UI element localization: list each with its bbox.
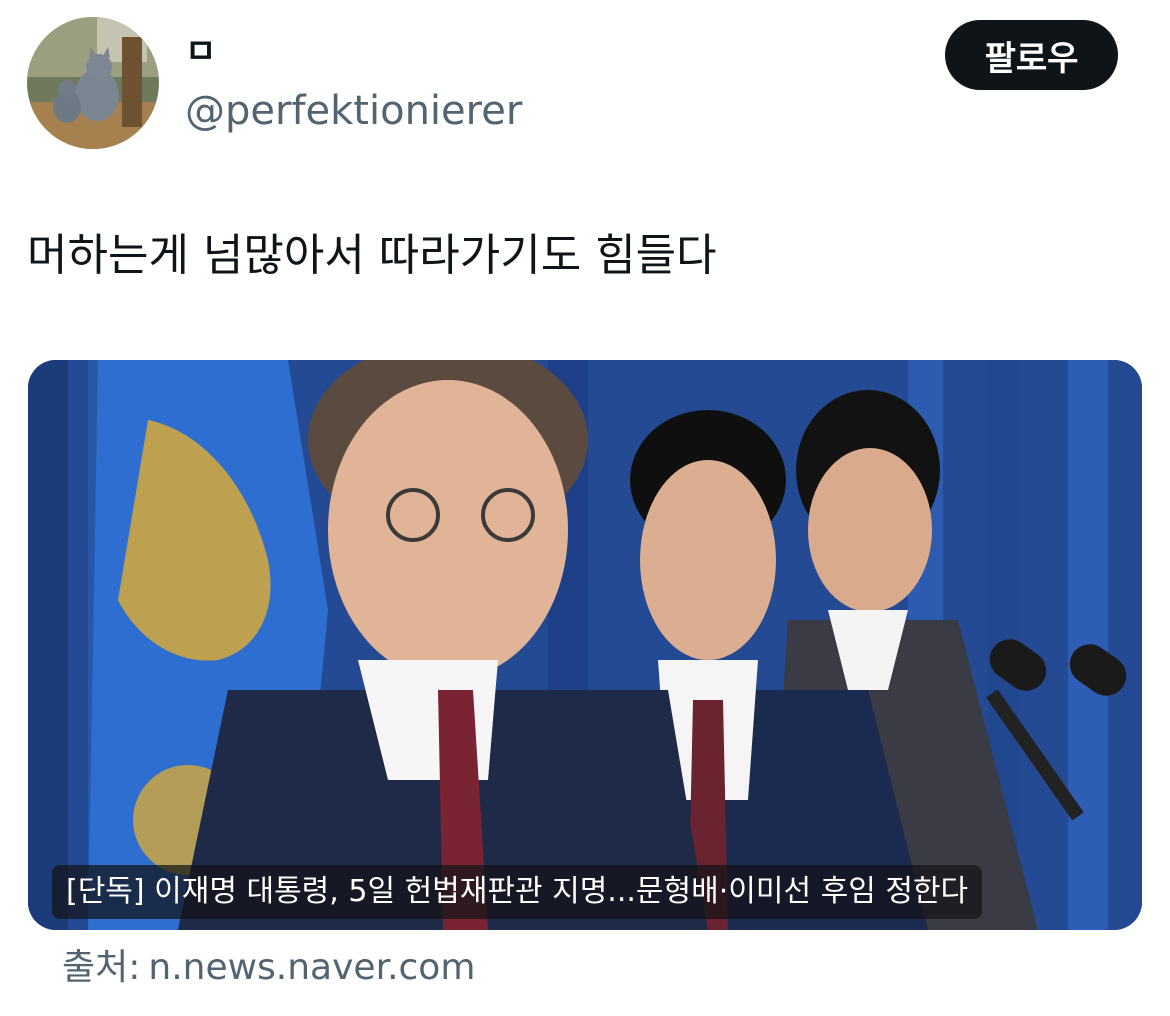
avatar[interactable]: [27, 17, 159, 149]
display-name[interactable]: ㅁ: [185, 32, 216, 72]
news-headline: [단독] 이재명 대통령, 5일 헌법재판관 지명...문형배·이미선 후임 정…: [52, 865, 983, 919]
news-photo-image: [28, 360, 1142, 930]
user-handle[interactable]: @perfektionierer: [185, 86, 522, 136]
link-source[interactable]: 출처: n.news.naver.com: [62, 944, 475, 992]
source-domain[interactable]: n.news.naver.com: [148, 947, 475, 988]
tweet-text: 머하는게 넘많아서 따라가기도 힘들다: [27, 230, 717, 281]
cat-photo-avatar-icon: [27, 17, 159, 149]
news-link-card[interactable]: [단독] 이재명 대통령, 5일 헌법재판관 지명...문형배·이미선 후임 정…: [28, 360, 1142, 930]
source-label: 출처:: [62, 947, 141, 988]
follow-button[interactable]: 팔로우: [945, 20, 1118, 90]
